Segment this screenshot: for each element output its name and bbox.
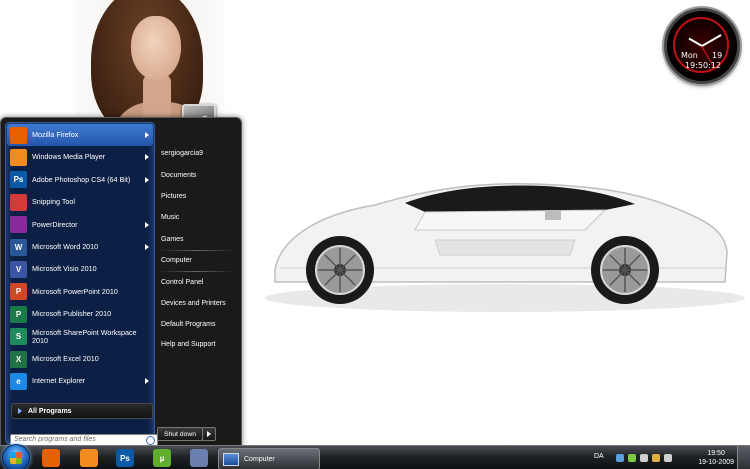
menu-link-documents[interactable]: Documents <box>161 172 196 179</box>
photoshop-icon: Ps <box>10 171 27 189</box>
firefox-alt-icon[interactable] <box>190 449 208 467</box>
desktop: Mon 19 19:50:12 Mozilla Firefox Windows M… <box>0 0 750 469</box>
search-icon[interactable] <box>146 436 155 445</box>
all-programs-button[interactable]: All Programs <box>11 403 153 419</box>
menu-link-control-panel[interactable]: Control Panel <box>161 279 203 286</box>
wallpaper-car <box>265 182 745 312</box>
menu-link-help-and-support[interactable]: Help and Support <box>161 341 215 348</box>
flag-icon[interactable] <box>628 454 636 462</box>
program-label: Microsoft PowerPoint 2010 <box>32 286 118 296</box>
menu-link-games[interactable]: Games <box>161 236 184 243</box>
menu-link-pictures[interactable]: Pictures <box>161 193 186 200</box>
submenu-arrow-icon[interactable] <box>145 132 149 138</box>
shutdown-label: Shut down <box>163 430 197 438</box>
firefox-icon[interactable] <box>42 449 60 467</box>
excel-icon: X <box>10 350 27 368</box>
menu-separator <box>159 250 235 251</box>
program-list: Mozilla Firefox Windows Media Player Ps Ado… <box>7 124 153 402</box>
program-item[interactable]: V Microsoft Visio 2010 <box>7 258 153 280</box>
program-item[interactable]: S Microsoft SharePoint Workspace 2010 <box>7 326 153 348</box>
photoshop-icon[interactable]: Ps <box>116 449 134 467</box>
places-pane: Shut down sergiogarcia9 Documents Pictures… <box>157 122 237 442</box>
all-programs-label: All Programs <box>28 407 72 415</box>
program-item[interactable]: P Microsoft Publisher 2010 <box>7 303 153 325</box>
taskbar: Ps µ Computer DA 19:50 19-10-2009 <box>0 444 750 469</box>
menu-link-computer[interactable]: Computer <box>161 257 192 264</box>
task-label: Computer <box>244 455 275 463</box>
program-item[interactable]: X Microsoft Excel 2010 <box>7 348 153 370</box>
visio-icon: V <box>10 260 27 278</box>
internet-explorer-icon: e <box>10 372 27 390</box>
program-label: Microsoft Word 2010 <box>32 242 99 251</box>
clock-time: 19:50:12 <box>685 61 721 70</box>
speaker-icon[interactable] <box>664 454 672 462</box>
volume-icon[interactable] <box>640 454 648 462</box>
search-placeholder: Search programs and files <box>14 436 96 443</box>
powerdirector-icon <box>10 216 27 234</box>
media-player-icon <box>10 148 27 166</box>
program-label: Internet Explorer <box>32 376 86 386</box>
media-player-icon[interactable] <box>80 449 98 467</box>
program-label: Microsoft Publisher 2010 <box>32 309 112 319</box>
submenu-arrow-icon[interactable] <box>145 244 149 250</box>
menu-link-user-folder[interactable]: sergiogarcia9 <box>161 150 203 157</box>
shutdown-button[interactable]: Shut down <box>157 427 203 441</box>
scissors-icon <box>10 193 27 211</box>
submenu-arrow-icon[interactable] <box>145 176 149 183</box>
program-item[interactable]: Ps Adobe Photoshop CS4 (64 Bit) <box>7 169 153 191</box>
powerpoint-icon: P <box>10 283 27 301</box>
taskbar-date: 19-10-2009 <box>698 459 734 466</box>
word-icon: W <box>10 238 27 256</box>
program-item[interactable]: P Microsoft PowerPoint 2010 <box>7 281 153 303</box>
wallpaper-woman-photo <box>75 0 225 120</box>
network-icon[interactable] <box>616 454 624 462</box>
language-indicator[interactable]: DA <box>594 453 604 460</box>
utorrent-icon[interactable]: µ <box>153 449 171 467</box>
programs-pane: Mozilla Firefox Windows Media Player Ps Ado… <box>5 122 158 448</box>
start-button[interactable] <box>2 444 30 469</box>
menu-link-devices-and-printers[interactable]: Devices and Printers <box>161 300 226 307</box>
clock-day: Mon <box>681 51 698 60</box>
taskbar-time: 19:50 <box>707 450 725 457</box>
system-tray: DA 19:50 19-10-2009 <box>590 446 750 469</box>
submenu-arrow-icon[interactable] <box>145 154 149 161</box>
power-icon[interactable] <box>652 454 660 462</box>
taskbar-task-computer[interactable]: Computer <box>218 448 320 469</box>
clock-gadget[interactable]: Mon 19 19:50:12 <box>664 8 740 84</box>
shutdown-options-button[interactable] <box>202 427 216 441</box>
start-menu: Mozilla Firefox Windows Media Player Ps Ado… <box>0 117 242 448</box>
menu-link-default-programs[interactable]: Default Programs <box>161 321 215 328</box>
program-item[interactable]: Windows Media Player <box>7 146 153 168</box>
program-label: Microsoft SharePoint Workspace 2010 <box>32 327 137 345</box>
program-item[interactable]: Snipping Tool <box>7 191 153 213</box>
program-label: Mozilla Firefox <box>32 130 79 139</box>
submenu-arrow-icon[interactable] <box>145 378 149 385</box>
triangle-right-icon <box>18 408 22 414</box>
program-item[interactable]: PowerDirector <box>7 214 153 236</box>
publisher-icon: P <box>10 305 27 323</box>
firefox-icon <box>10 126 27 144</box>
program-item[interactable]: Mozilla Firefox <box>7 124 153 146</box>
program-item[interactable]: W Microsoft Word 2010 <box>7 236 153 258</box>
menu-link-music[interactable]: Music <box>161 214 179 221</box>
program-label: Snipping Tool <box>32 197 76 207</box>
show-desktop-button[interactable] <box>737 446 750 469</box>
program-label: Windows Media Player <box>32 152 106 162</box>
program-label: Adobe Photoshop CS4 (64 Bit) <box>32 174 131 184</box>
submenu-arrow-icon[interactable] <box>145 221 149 228</box>
program-label: PowerDirector <box>32 219 78 229</box>
menu-separator <box>159 271 235 272</box>
clock-date: 19 <box>712 51 723 60</box>
program-label: Microsoft Visio 2010 <box>32 264 97 274</box>
computer-icon <box>223 452 239 466</box>
program-item[interactable]: e Internet Explorer <box>7 370 153 392</box>
program-label: Microsoft Excel 2010 <box>32 354 99 363</box>
taskbar-clock[interactable]: 19:50 19-10-2009 <box>698 449 734 467</box>
sharepoint-icon: S <box>10 328 27 346</box>
